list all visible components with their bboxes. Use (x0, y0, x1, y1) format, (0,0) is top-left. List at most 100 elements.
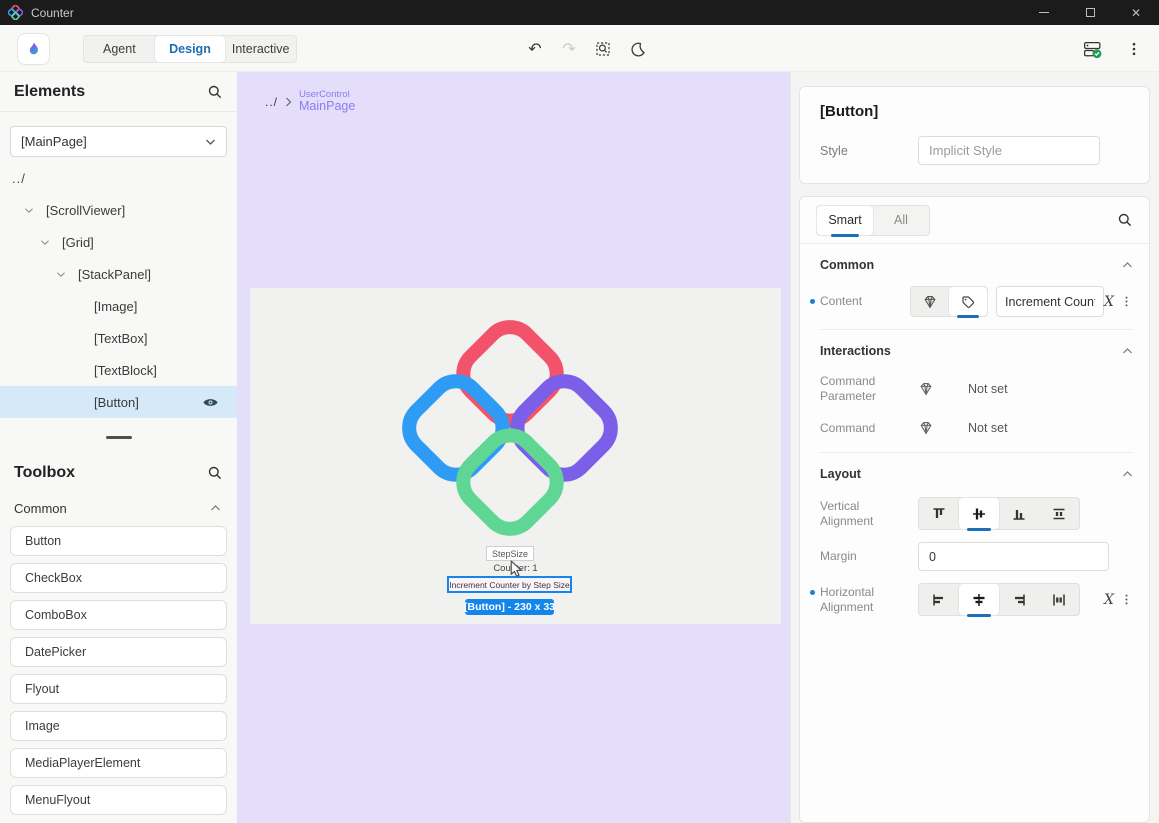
halign-center-button[interactable] (959, 584, 999, 615)
visibility-eye-icon[interactable] (202, 396, 219, 409)
tab-interactive[interactable]: Interactive (225, 36, 296, 62)
device-status-button[interactable] (1081, 38, 1103, 60)
toolbox-search-icon[interactable] (207, 465, 223, 481)
tab-smart[interactable]: Smart (817, 206, 873, 235)
element-header-card: [Button] Style (799, 86, 1150, 184)
overflow-menu-button[interactable] (1123, 38, 1145, 60)
elements-panel-title: Elements (14, 83, 85, 101)
toolbox-item-image[interactable]: Image (10, 711, 227, 741)
kebab-menu-icon (1126, 41, 1142, 57)
elements-tree: [ScrollViewer] [Grid] [StackPanel] [Imag… (0, 194, 237, 418)
toolbox-item-flyout[interactable]: Flyout (10, 674, 227, 704)
tree-item-image[interactable]: [Image] (0, 290, 237, 322)
toolbox-item-mediaplayerelement[interactable]: MediaPlayerElement (10, 748, 227, 778)
literal-mode-button[interactable] (949, 287, 987, 316)
tab-design[interactable]: Design (155, 36, 226, 62)
command-label: Command (820, 421, 918, 436)
minimize-button[interactable] (1021, 0, 1067, 25)
style-label: Style (820, 144, 918, 158)
stepsize-textbox[interactable]: StepSize (486, 546, 534, 561)
more-options-button[interactable] (1120, 593, 1133, 606)
content-label: Content (820, 294, 910, 309)
undo-button[interactable]: ↶ (524, 38, 546, 60)
chevron-down-icon[interactable] (24, 207, 34, 214)
chevron-down-icon[interactable] (40, 239, 50, 246)
mouse-cursor-icon (508, 560, 525, 579)
toolbox-section-common[interactable]: Common (0, 494, 237, 522)
panel-splitter[interactable] (0, 418, 237, 456)
binding-button[interactable] (918, 420, 956, 436)
horizontal-alignment-group (918, 583, 1080, 616)
toolbox-item-button[interactable]: Button (10, 526, 227, 556)
device-connected-icon (1082, 39, 1103, 60)
binding-button[interactable] (918, 381, 956, 397)
section-interactions-header[interactable]: Interactions (820, 340, 1133, 362)
xaml-expression-button[interactable]: X (1104, 294, 1114, 310)
valign-top-button[interactable] (919, 498, 959, 529)
breadcrumb-root[interactable]: ../ (265, 95, 278, 109)
toolbox-item-checkbox[interactable]: CheckBox (10, 563, 227, 593)
section-layout-header[interactable]: Layout (820, 463, 1133, 485)
vertical-alignment-group (918, 497, 1080, 530)
properties-search-icon[interactable] (1117, 212, 1133, 228)
maximize-button[interactable] (1067, 0, 1113, 25)
vertical-alignment-row: Vertical Alignment (820, 497, 1133, 530)
toolbox-items: Button CheckBox ComboBox DatePicker Flyo… (0, 526, 237, 822)
chevron-down-icon[interactable] (56, 271, 66, 278)
margin-input[interactable] (918, 542, 1109, 571)
halign-left-button[interactable] (919, 584, 959, 615)
horizontal-alignment-label: Horizontal Alignment (820, 585, 918, 615)
valign-center-icon (971, 506, 987, 522)
artboard-mainpage[interactable]: StepSize Counter: 1 Increment Counter by… (250, 288, 781, 624)
valign-stretch-button[interactable] (1039, 498, 1079, 529)
tree-item-textblock[interactable]: [TextBlock] (0, 354, 237, 386)
chevron-right-icon (285, 97, 292, 107)
theme-toggle-button[interactable] (626, 38, 648, 60)
xaml-expression-button[interactable]: X (1104, 592, 1114, 608)
breadcrumb-current[interactable]: UserControl MainPage (299, 90, 355, 113)
chevron-up-icon (1122, 470, 1133, 478)
tree-item-stackpanel[interactable]: [StackPanel] (0, 258, 237, 290)
tab-all[interactable]: All (873, 206, 929, 235)
content-value-input[interactable] (996, 286, 1104, 317)
hot-design-flame-button[interactable] (17, 33, 50, 65)
property-filter-tabs: Smart All (816, 205, 930, 236)
titlebar: Counter ✕ (0, 0, 1159, 25)
tree-item-button[interactable]: [Button] (0, 386, 237, 418)
margin-label: Margin (820, 549, 918, 564)
toolbar: Agent Design Interactive ↶ ↷ (0, 25, 1159, 72)
page-selector-dropdown[interactable]: [MainPage] (10, 126, 227, 157)
binding-gem-icon (922, 294, 938, 310)
halign-stretch-button[interactable] (1039, 584, 1079, 615)
app-logo-icon (8, 5, 23, 20)
tree-item-textbox[interactable]: [TextBox] (0, 322, 237, 354)
tree-root-path[interactable]: ../ (12, 171, 237, 186)
tree-item-grid[interactable]: [Grid] (0, 226, 237, 258)
binding-mode-button[interactable] (911, 287, 949, 316)
halign-left-icon (931, 592, 947, 608)
more-options-button[interactable] (1120, 295, 1133, 308)
toolbox-item-menuflyout[interactable]: MenuFlyout (10, 785, 227, 815)
design-canvas[interactable]: ../ UserControl MainPage StepSize Counte… (237, 72, 790, 823)
elements-search-icon[interactable] (207, 84, 223, 100)
vertical-alignment-label: Vertical Alignment (820, 499, 918, 529)
left-sidebar: Elements [MainPage] ../ [ScrollViewer] [… (0, 72, 237, 823)
redo-button[interactable]: ↷ (558, 38, 580, 60)
splitter-handle[interactable] (106, 436, 132, 439)
close-button[interactable]: ✕ (1113, 0, 1159, 25)
halign-right-button[interactable] (999, 584, 1039, 615)
command-value: Not set (968, 421, 1008, 435)
halign-stretch-icon (1051, 592, 1067, 608)
style-input[interactable] (918, 136, 1100, 165)
app-logo-image (398, 316, 622, 540)
valign-stretch-icon (1051, 506, 1067, 522)
valign-bottom-button[interactable] (999, 498, 1039, 529)
inspect-element-button[interactable] (592, 38, 614, 60)
toolbox-item-combobox[interactable]: ComboBox (10, 600, 227, 630)
section-common-header[interactable]: Common (820, 254, 1133, 276)
tab-agent[interactable]: Agent (84, 36, 155, 62)
toolbox-item-datepicker[interactable]: DatePicker (10, 637, 227, 667)
tree-item-scrollviewer[interactable]: [ScrollViewer] (0, 194, 237, 226)
flame-icon (26, 41, 42, 57)
valign-center-button[interactable] (959, 498, 999, 529)
